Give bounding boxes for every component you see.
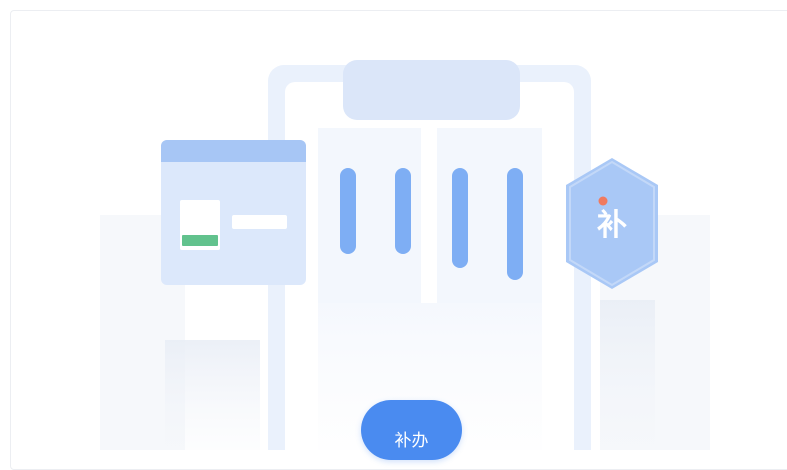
bar-3 — [452, 168, 468, 268]
bar-4 — [507, 168, 523, 280]
reissue-illustration: 补 — [100, 60, 710, 450]
bg-block-right-shadow — [600, 300, 655, 450]
reissue-button[interactable]: 补办 — [361, 400, 462, 460]
badge-dot — [598, 196, 608, 206]
badge-label: 补 — [597, 208, 627, 243]
reissue-badge: 补 — [566, 158, 658, 289]
bg-block-left-shadow — [165, 340, 260, 450]
document-card — [161, 140, 306, 285]
bar-2 — [395, 168, 411, 254]
bar-1 — [340, 168, 356, 254]
document-photo-strip — [182, 235, 218, 246]
document-text-line — [232, 215, 287, 229]
